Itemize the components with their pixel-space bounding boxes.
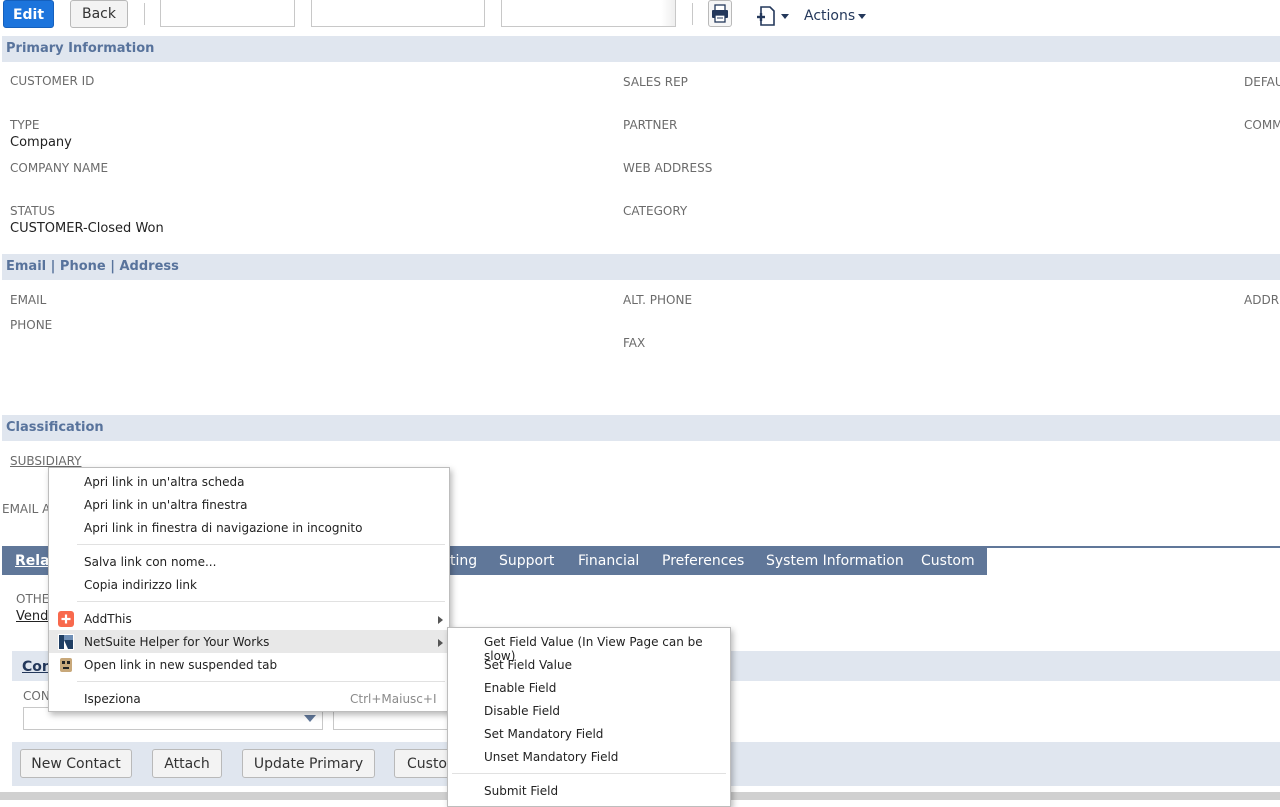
status-label: STATUS bbox=[10, 204, 56, 218]
context-menu: Apri link in un'altra scheda Apri link i… bbox=[48, 467, 450, 712]
actions-menu[interactable]: Actions bbox=[804, 8, 867, 24]
web-address-label: WEB ADDRESS bbox=[623, 161, 713, 175]
type-label: TYPE bbox=[10, 118, 40, 132]
category-label: CATEGORY bbox=[623, 204, 688, 218]
new-document-icon bbox=[757, 6, 789, 26]
fax-label: FAX bbox=[623, 336, 646, 350]
printer-icon bbox=[712, 4, 728, 23]
edit-button[interactable]: Edit bbox=[3, 0, 54, 28]
toolbar-divider bbox=[692, 3, 693, 25]
submenu-submit-field[interactable]: Submit Field bbox=[484, 784, 558, 798]
menu-item-open-new-window[interactable]: Apri link in un'altra finestra bbox=[84, 498, 248, 512]
vendor-link[interactable]: Vend bbox=[16, 609, 48, 624]
addthis-icon bbox=[58, 611, 74, 627]
menu-item-open-incognito[interactable]: Apri link in finestra di navigazione in … bbox=[84, 521, 362, 535]
netsuite-helper-submenu: Get Field Value (In View Page can be slo… bbox=[447, 627, 731, 807]
type-value: Company bbox=[10, 135, 72, 150]
comm-label: COMM bbox=[1244, 118, 1280, 132]
alt-phone-label: ALT. PHONE bbox=[623, 293, 693, 307]
menu-item-copy-link-address[interactable]: Copia indirizzo link bbox=[84, 578, 197, 592]
chevron-down-icon bbox=[858, 13, 867, 19]
chevron-right-icon bbox=[438, 616, 443, 624]
menu-item-open-suspended-tab[interactable]: Open link in new suspended tab bbox=[84, 658, 277, 672]
toolbar-field-1[interactable] bbox=[160, 0, 295, 27]
menu-item-addthis[interactable]: AddThis bbox=[84, 612, 132, 626]
new-contact-button[interactable]: New Contact bbox=[20, 749, 132, 778]
menu-item-netsuite-helper[interactable]: NetSuite Helper for Your Works bbox=[84, 635, 269, 649]
customer-id-label: CUSTOMER ID bbox=[10, 74, 95, 87]
menu-separator bbox=[77, 601, 445, 602]
menu-item-inspect[interactable]: Ispeziona bbox=[84, 692, 141, 706]
new-document-button[interactable] bbox=[755, 5, 791, 27]
section-header-primary[interactable]: Primary Information bbox=[2, 36, 1280, 62]
suspender-icon bbox=[60, 658, 72, 672]
tab-preferences[interactable]: Preferences bbox=[662, 553, 744, 569]
inspect-shortcut: Ctrl+Maiusc+I bbox=[350, 692, 437, 706]
menu-separator bbox=[77, 544, 445, 545]
submenu-enable-field[interactable]: Enable Field bbox=[484, 681, 556, 695]
chevron-down-icon bbox=[304, 715, 316, 722]
other-relationships-label: OTHE bbox=[16, 592, 50, 606]
menu-separator bbox=[77, 681, 445, 682]
tab-marketing[interactable]: ting bbox=[450, 553, 477, 569]
menu-separator bbox=[452, 773, 726, 774]
section-header-classification[interactable]: Classification bbox=[2, 415, 1280, 441]
status-value: CUSTOMER-Closed Won bbox=[10, 221, 164, 236]
update-primary-button[interactable]: Update Primary bbox=[242, 749, 375, 778]
contact-select-label: CON bbox=[23, 689, 50, 703]
tab-relationships[interactable]: Rela bbox=[15, 553, 50, 569]
print-button[interactable] bbox=[708, 0, 732, 27]
toolbar-field-3[interactable] bbox=[501, 0, 676, 27]
netsuite-icon bbox=[58, 634, 74, 650]
attach-button[interactable]: Attach bbox=[152, 749, 222, 778]
email-label: EMAIL bbox=[10, 293, 47, 307]
subsidiary-label[interactable]: SUBSIDIARY bbox=[10, 454, 81, 468]
email-a-label: EMAIL A bbox=[2, 502, 51, 516]
toolbar-field-2[interactable] bbox=[311, 0, 485, 27]
actions-label: Actions bbox=[804, 8, 856, 24]
default-label: DEFAU bbox=[1244, 75, 1280, 89]
tab-support[interactable]: Support bbox=[499, 553, 554, 569]
menu-item-open-new-tab[interactable]: Apri link in un'altra scheda bbox=[84, 475, 245, 489]
submenu-disable-field[interactable]: Disable Field bbox=[484, 704, 560, 718]
submenu-set-mandatory-field[interactable]: Set Mandatory Field bbox=[484, 727, 603, 741]
toolbar-divider bbox=[144, 3, 145, 25]
sales-rep-label: SALES REP bbox=[623, 75, 688, 89]
address-label: ADDRE bbox=[1244, 293, 1280, 307]
back-button[interactable]: Back bbox=[70, 0, 128, 28]
tab-system-information[interactable]: System Information bbox=[766, 553, 904, 569]
submenu-set-field-value[interactable]: Set Field Value bbox=[484, 658, 572, 672]
company-name-label: COMPANY NAME bbox=[10, 161, 109, 175]
tab-financial[interactable]: Financial bbox=[578, 553, 639, 569]
chevron-right-icon bbox=[438, 639, 443, 647]
submenu-unset-mandatory-field[interactable]: Unset Mandatory Field bbox=[484, 750, 618, 764]
phone-label: PHONE bbox=[10, 318, 53, 332]
menu-item-save-link-as[interactable]: Salva link con nome... bbox=[84, 555, 216, 569]
tab-custom[interactable]: Custom bbox=[921, 553, 975, 569]
section-header-email-phone-address[interactable]: Email | Phone | Address bbox=[2, 254, 1280, 280]
partner-label: PARTNER bbox=[623, 118, 678, 132]
